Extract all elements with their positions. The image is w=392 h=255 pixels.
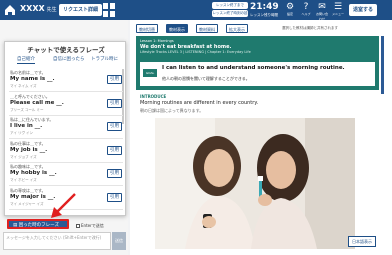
intro-english: Morning routines are different in every … xyxy=(140,100,259,106)
phrase-list: 私の名前は＿です。 My name is __. マイ ネイム イズ 引用 ＿と… xyxy=(9,69,123,210)
chat-input[interactable]: メッセージを入力してください (Shift+Enterで改行) xyxy=(3,232,111,250)
goal-tag: GOAL xyxy=(143,69,157,77)
phrase-english: My job is __. xyxy=(10,146,48,153)
tab-zoom[interactable]: 拡大表示 xyxy=(226,24,248,33)
top-bar: XXXX先生 リクエスト詳細 レッスン終了まで レッスン終了時刻の延長 21:4… xyxy=(0,0,392,22)
gear-icon: ⚙ xyxy=(285,2,295,12)
send-button[interactable]: 送信 xyxy=(112,232,126,250)
list-item: 私の仕事は＿です。 My job is __. マイ ジョブ イズ 引用 xyxy=(9,140,123,163)
phrase-popup: チャットで使えるフレーズ 自己紹介 自信に困ったら トラブル時に 私の名前は＿で… xyxy=(4,41,126,216)
goal-english: I can listen to and understand someone's… xyxy=(162,65,345,71)
enter-send-label: Enterで送信 xyxy=(81,223,104,228)
phrase-english: My name is __. xyxy=(10,76,55,82)
tab-self-intro[interactable]: 自己紹介 xyxy=(17,56,35,64)
red-arrow-icon xyxy=(51,193,76,218)
contact-button[interactable]: ✉ お問い合わせ xyxy=(315,2,329,22)
popup-title: チャットで使えるフレーズ xyxy=(27,46,105,54)
section-heading: INTRODUCE xyxy=(140,94,167,99)
popup-tabs: 自己紹介 自信に困ったら トラブル時に xyxy=(5,56,127,66)
use-phrase-button[interactable]: 引用 xyxy=(107,145,122,155)
home-icon[interactable] xyxy=(3,3,17,17)
list-item: 私の趣味は＿です。 My hobby is __. マイ ホビー イズ 引用 xyxy=(9,163,123,186)
settings-button[interactable]: ⚙ 設定 xyxy=(283,2,297,17)
phrase-kana: マイ メイジャー イズ xyxy=(10,201,44,206)
use-phrase-button[interactable]: 引用 xyxy=(107,98,122,108)
list-item: 私の名前は＿です。 My name is __. マイ ネイム イズ 引用 xyxy=(9,69,123,92)
phrase-english: My hobby is __. xyxy=(10,170,57,176)
help-button[interactable]: ? ヘルプ xyxy=(299,2,313,17)
trouble-phrase-label: 困った時のフレーズ xyxy=(18,223,59,228)
phrase-english: I live in __. xyxy=(10,123,43,129)
goal-japanese: 他人の朝の習慣を聞いて理解することができる。 xyxy=(162,76,250,81)
help-icon: ? xyxy=(303,2,309,12)
session-pill-remaining[interactable]: レッスン終了まで xyxy=(212,2,248,9)
use-phrase-button[interactable]: 引用 xyxy=(107,75,122,84)
request-detail-button[interactable]: リクエスト詳細 xyxy=(59,4,103,16)
phrase-kana: マイ ジョブ イズ xyxy=(10,154,37,159)
user-name: XXXX 先生 xyxy=(20,4,57,13)
intro-japanese: 朝の日課は国によって異なります。 xyxy=(140,108,204,113)
help-label: ヘルプ xyxy=(301,12,311,16)
lesson-course: Lifestyle Tracks LEVEL 3 | LISTENING | C… xyxy=(140,50,251,54)
mail-icon: ✉ xyxy=(318,2,326,12)
phrase-kana: アイ リヴ イン xyxy=(10,131,34,135)
phrase-kana: プリーズ コール ミー xyxy=(10,107,44,112)
app: XXXX先生 リクエスト詳細 レッスン終了まで レッスン終了時刻の延長 21:4… xyxy=(0,0,392,255)
enter-send-checkbox[interactable]: Enterで送信 xyxy=(76,223,104,229)
phrase-english: Please call me __. xyxy=(10,99,64,106)
tab-material-docs[interactable]: 教材資料 xyxy=(196,24,218,33)
menu-icon: ☰ xyxy=(333,2,343,12)
use-phrase-button[interactable]: 引用 xyxy=(107,192,122,202)
lesson-number: Lesson 1: Mornings xyxy=(140,39,174,43)
trouble-phrase-button[interactable]: ▤ 困った時のフレーズ xyxy=(7,219,69,229)
material-grid-icon[interactable] xyxy=(103,3,115,17)
tab-show-material[interactable]: 教材表示 xyxy=(166,24,188,33)
session-pill-extend[interactable]: レッスン終了時刻の延長 xyxy=(212,10,248,22)
menu-button[interactable]: ☰ メニュー xyxy=(331,2,345,17)
use-phrase-button[interactable]: 引用 xyxy=(107,122,122,131)
tab-confidence[interactable]: 自信に困ったら xyxy=(53,56,85,62)
clock-caption: レッスン残り時間 xyxy=(250,13,278,17)
tab-note: 選択した教材は講師と共有されます xyxy=(282,26,338,30)
lesson-banner: Lesson 1: Mornings We don't eat breakfas… xyxy=(136,36,379,90)
material-scrollbar[interactable] xyxy=(381,36,384,94)
logout-button[interactable]: 退室する xyxy=(349,4,378,16)
clock: 21:49 xyxy=(250,2,279,12)
list-item: 私は＿に住んでいます。 I live in __. アイ リヴ イン 引用 xyxy=(9,116,123,139)
lesson-photo xyxy=(155,118,355,249)
japanese-display-button[interactable]: 日本語表示 xyxy=(348,236,376,247)
settings-label: 設定 xyxy=(286,12,293,16)
lesson-goal: GOAL I can listen to and understand some… xyxy=(140,62,375,86)
tab-trouble[interactable]: トラブル時に xyxy=(91,56,118,62)
session-timer-box: レッスン終了まで レッスン終了時刻の延長 xyxy=(212,2,248,22)
tab-switch-material[interactable]: 教材切替 xyxy=(136,24,158,33)
menu-label: メニュー xyxy=(331,12,344,16)
checkbox-box[interactable] xyxy=(76,224,80,228)
use-phrase-button[interactable]: 引用 xyxy=(107,169,122,178)
list-item: ＿と呼んでください。 Please call me __. プリーズ コール ミ… xyxy=(9,93,123,116)
phrase-kana: マイ ホビー イズ xyxy=(10,178,37,182)
phrase-kana: マイ ネイム イズ xyxy=(10,84,37,88)
